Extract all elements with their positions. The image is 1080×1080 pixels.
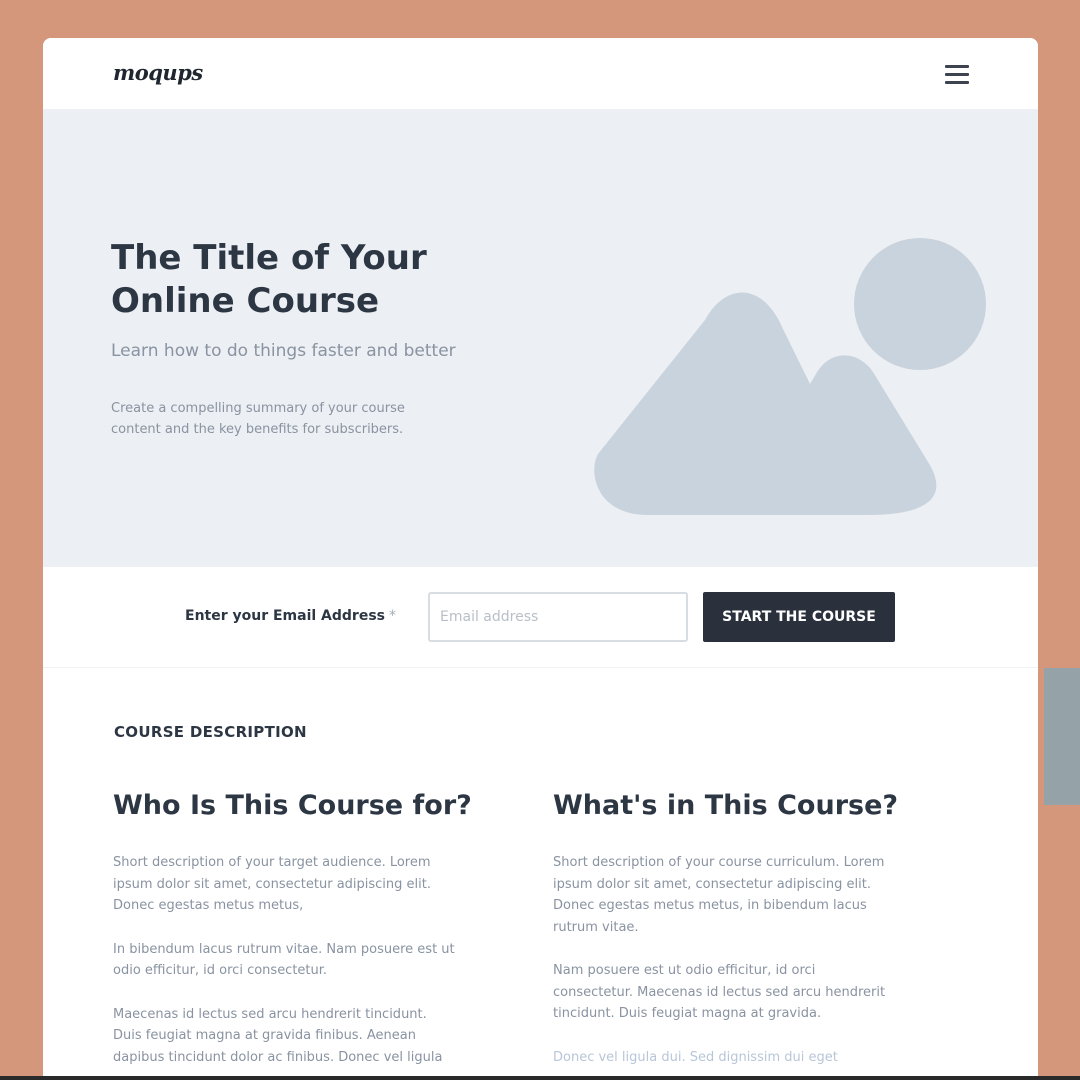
email-signup-bar: Enter your Email Address* START THE COUR… xyxy=(43,567,1038,668)
audience-heading: Who Is This Course for? xyxy=(113,790,472,821)
sun-shape xyxy=(854,238,986,370)
curriculum-paragraph: Short description of your course curricu… xyxy=(553,855,885,935)
bottom-edge-divider xyxy=(0,1076,1080,1080)
required-mark: * xyxy=(389,608,396,624)
start-course-button[interactable]: START THE COURSE xyxy=(703,592,895,642)
email-input[interactable] xyxy=(428,592,688,642)
section-label: COURSE DESCRIPTION xyxy=(114,723,307,741)
curriculum-heading: What's in This Course? xyxy=(553,790,899,821)
hero-title: The Title of Your Online Course xyxy=(111,238,427,321)
scrollbar-thumb[interactable] xyxy=(1044,668,1080,805)
hamburger-menu-icon[interactable] xyxy=(945,65,969,85)
audience-paragraph: In bibendum lacus rutrum vitae. Nam posu… xyxy=(113,941,455,979)
hero-subtitle: Learn how to do things faster and better xyxy=(111,341,456,361)
hero-section: The Title of Your Online Course Learn ho… xyxy=(43,109,1038,567)
audience-paragraph: Maecenas id lectus sed arcu hendrerit ti… xyxy=(113,1006,443,1065)
audience-paragraph: Short description of your target audienc… xyxy=(113,855,431,913)
email-label: Enter your Email Address * xyxy=(185,608,396,624)
email-label-text: Enter your Email Address xyxy=(185,608,385,624)
logo[interactable]: moqups xyxy=(113,60,203,85)
menu-line xyxy=(945,81,969,84)
curriculum-paragraph: Donec vel ligula dui. Sed dignissim dui … xyxy=(553,1049,838,1065)
top-navbar: moqups xyxy=(43,38,1038,109)
page-card: moqups The Title of Your Online Course L… xyxy=(43,38,1038,1080)
menu-line xyxy=(945,65,969,68)
audience-column: Who Is This Course for? Short descriptio… xyxy=(113,788,472,1080)
menu-line xyxy=(945,73,969,76)
mountain-placeholder-icon xyxy=(594,238,986,515)
curriculum-paragraph: Nam posuere est ut odio efficitur, id or… xyxy=(553,963,886,1021)
hero-description: Create a compelling summary of your cour… xyxy=(111,401,405,437)
curriculum-column: What's in This Course? Short description… xyxy=(553,788,898,1080)
